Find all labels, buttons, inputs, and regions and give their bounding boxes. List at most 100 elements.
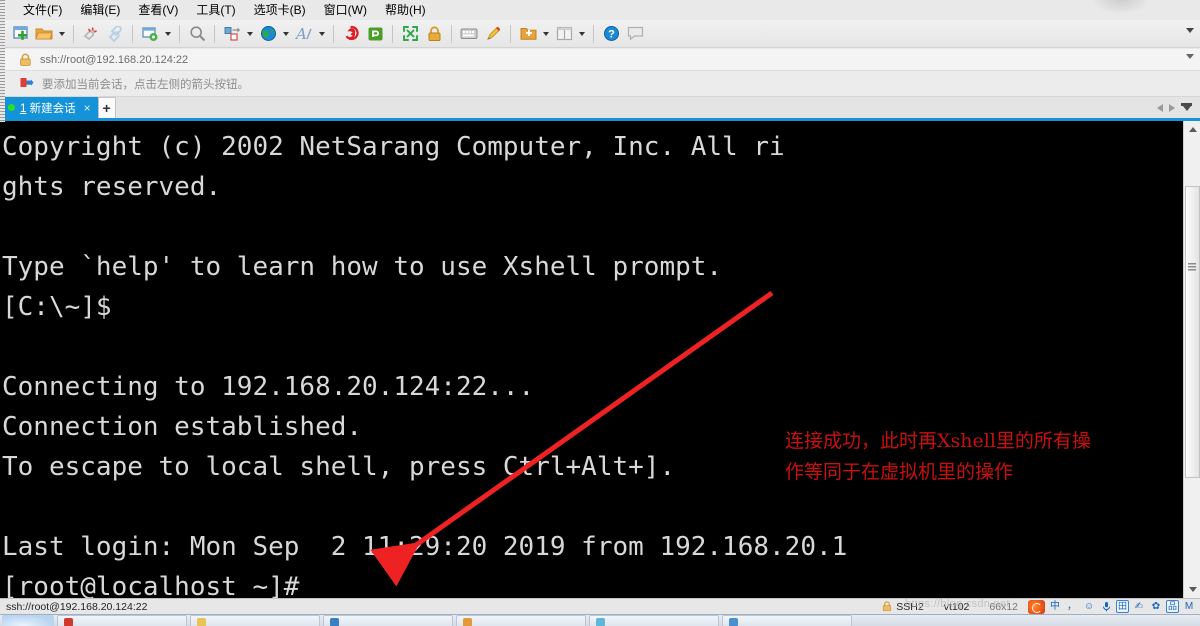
scrollbar-grip [1188,263,1196,272]
microphone-icon [1102,602,1110,612]
lock-icon [883,601,892,612]
new-session-button[interactable] [8,22,32,46]
tab-session-1[interactable]: 1 新建会话 × [0,97,98,118]
new-tab-caret[interactable] [540,22,552,46]
log-icon [345,25,359,41]
lock-icon [428,25,440,41]
scrollbar-thumb[interactable] [1185,186,1200,478]
ime-emoji-icon[interactable]: ☺ [1082,600,1096,613]
svg-text:A: A [295,26,307,42]
ime-menu-icon[interactable]: 品 [1166,600,1179,613]
properties-caret[interactable] [162,22,174,46]
toolbar-separator [392,24,393,43]
disconnect-button[interactable] [79,22,103,46]
new-session-icon [12,26,28,40]
status-connection: ssh://root@192.168.20.124:22 [6,600,148,613]
highlight-button[interactable] [481,22,505,46]
svg-text:?: ? [608,29,615,41]
toolbar-separator [179,24,180,43]
terminal-scrollbar[interactable] [1183,121,1200,598]
taskbar-item-icon [729,618,738,626]
session-properties-icon [141,26,157,41]
sogou-ime-icon[interactable] [1028,599,1045,614]
keyboard-icon [460,28,478,39]
reconnect-button[interactable] [103,22,127,46]
menu-tools[interactable]: 工具(T) [187,0,244,20]
taskbar-item[interactable] [456,615,586,626]
taskbar-item-icon [330,618,339,626]
properties-button[interactable] [138,22,162,46]
chat-icon [627,26,643,41]
chevron-left-icon[interactable] [1157,103,1163,112]
font-button[interactable]: A [292,22,316,46]
taskbar-item[interactable] [323,615,453,626]
taskbar-item-icon [64,618,73,626]
fullscreen-icon [402,26,418,41]
toolbar-separator [214,24,215,43]
menu-window[interactable]: 窗口(W) [315,0,376,20]
lock-button[interactable] [422,22,446,46]
script-button[interactable] [363,22,387,46]
xshell-window: 文件(F) 编辑(E) 查看(V) 工具(T) 选项卡(B) 窗口(W) 帮助(… [0,0,1200,626]
taskbar-item-icon [596,618,605,626]
tab-status-dot [8,104,15,111]
reconnect-icon [108,25,122,42]
start-button[interactable] [2,615,54,626]
layout-button[interactable] [552,22,576,46]
layout-caret[interactable] [576,22,588,46]
ime-handwriting-icon[interactable]: ✍ [1132,600,1146,613]
tab-list-icon[interactable] [1181,103,1192,112]
tab-bar-spacer [116,97,1153,118]
address-value: ssh://root@192.168.20.124:22 [40,53,189,66]
address-bar[interactable]: ssh://root@192.168.20.124:22 [5,49,1200,71]
scroll-up-icon[interactable] [1184,121,1200,138]
file-transfer-button[interactable] [220,22,244,46]
annotation-text: 连接成功，此时再Xshell里的所有操 作等同于在虚拟机里的操作 [785,430,1091,483]
open-session-caret[interactable] [56,22,68,46]
menu-help[interactable]: 帮助(H) [376,0,435,20]
find-button[interactable] [185,22,209,46]
split-layout-icon [556,26,572,41]
fullscreen-button[interactable] [398,22,422,46]
tab-nav-controls [1153,97,1200,118]
new-tab-plus-button[interactable]: + [97,97,116,118]
scroll-down-icon[interactable] [1184,581,1200,598]
ime-voice-icon[interactable] [1099,600,1113,613]
taskbar-item[interactable] [722,615,852,626]
menu-file[interactable]: 文件(F) [14,0,71,20]
open-session-button[interactable] [32,22,56,46]
lock-icon [20,53,31,66]
new-tab-button[interactable] [516,22,540,46]
ime-punctuation[interactable]: ， [1065,600,1079,613]
window-edge-gutter [0,0,5,122]
keyboard-button[interactable] [457,22,481,46]
highlight-pen-icon [486,26,500,40]
taskbar-item[interactable] [57,615,187,626]
menu-view[interactable]: 查看(V) [129,0,187,20]
chat-button[interactable] [623,22,647,46]
ftp-browser-button[interactable] [256,22,280,46]
taskbar-item[interactable] [589,615,719,626]
watermark-text: https://blog.csdn.net [905,598,1010,610]
ime-toolbar[interactable]: 中 ， ☺ 田 ✍ ✿ 品 M [1028,599,1200,614]
toolbar-overflow-caret[interactable] [1186,28,1194,33]
menu-tabs[interactable]: 选项卡(B) [245,0,315,20]
add-tab-icon [520,28,536,40]
chevron-right-icon[interactable] [1169,103,1175,112]
ftp-browser-caret[interactable] [280,22,292,46]
bookmark-hint-text: 要添加当前会话，点击左侧的箭头按钮。 [42,78,249,91]
menu-edit[interactable]: 编辑(E) [71,0,129,20]
font-caret[interactable] [316,22,328,46]
help-button[interactable]: ? [599,22,623,46]
toolbar-separator [510,24,511,43]
log-button[interactable] [339,22,363,46]
terminal-screen[interactable]: Copyright (c) 2002 NetSarang Computer, I… [0,121,1200,598]
ime-mode-chinese[interactable]: 中 [1048,600,1062,613]
file-transfer-caret[interactable] [244,22,256,46]
toolbar-separator [593,24,594,43]
chevron-down-icon[interactable] [1186,54,1194,59]
ime-toolbox-icon[interactable]: ✿ [1149,600,1163,613]
tab-close-icon[interactable]: × [84,102,91,114]
taskbar-item[interactable] [190,615,320,626]
ime-keyboard-icon[interactable]: 田 [1116,600,1129,613]
